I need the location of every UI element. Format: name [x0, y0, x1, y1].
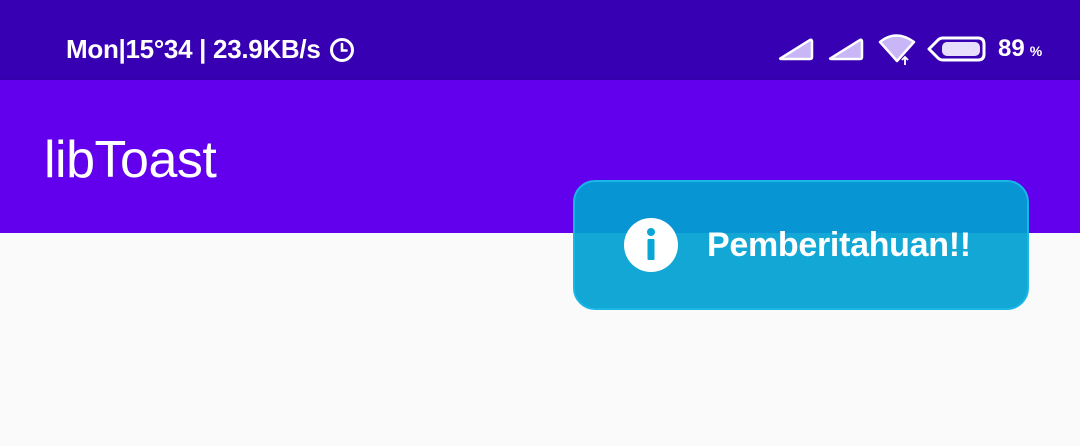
- status-bar: Mon|15°34 | 23.9KB/s 89 %: [0, 0, 1080, 80]
- toast-text: Pemberitahuan!!: [707, 225, 971, 264]
- clock-icon: [329, 37, 354, 62]
- toast-message: Pemberitahuan!!: [573, 180, 1029, 310]
- status-day-time-speed: Mon|15°34 | 23.9KB/s: [66, 34, 321, 64]
- battery-percent-sign: %: [1029, 43, 1043, 59]
- app-screen: Mon|15°34 | 23.9KB/s 89 % libToast Pembe…: [0, 0, 1080, 446]
- battery-percent-value: 89: [998, 35, 1025, 62]
- battery-icon: [927, 36, 986, 62]
- info-icon: [624, 218, 678, 272]
- cell-signal-icon: [828, 38, 864, 61]
- app-title: libToast: [44, 131, 217, 189]
- cell-signal-icon: [778, 38, 814, 61]
- wifi-icon: [878, 34, 916, 65]
- status-left: Mon|15°34 | 23.9KB/s: [66, 34, 355, 65]
- battery-percent: 89 %: [998, 35, 1042, 63]
- status-right: 89 %: [778, 32, 1042, 66]
